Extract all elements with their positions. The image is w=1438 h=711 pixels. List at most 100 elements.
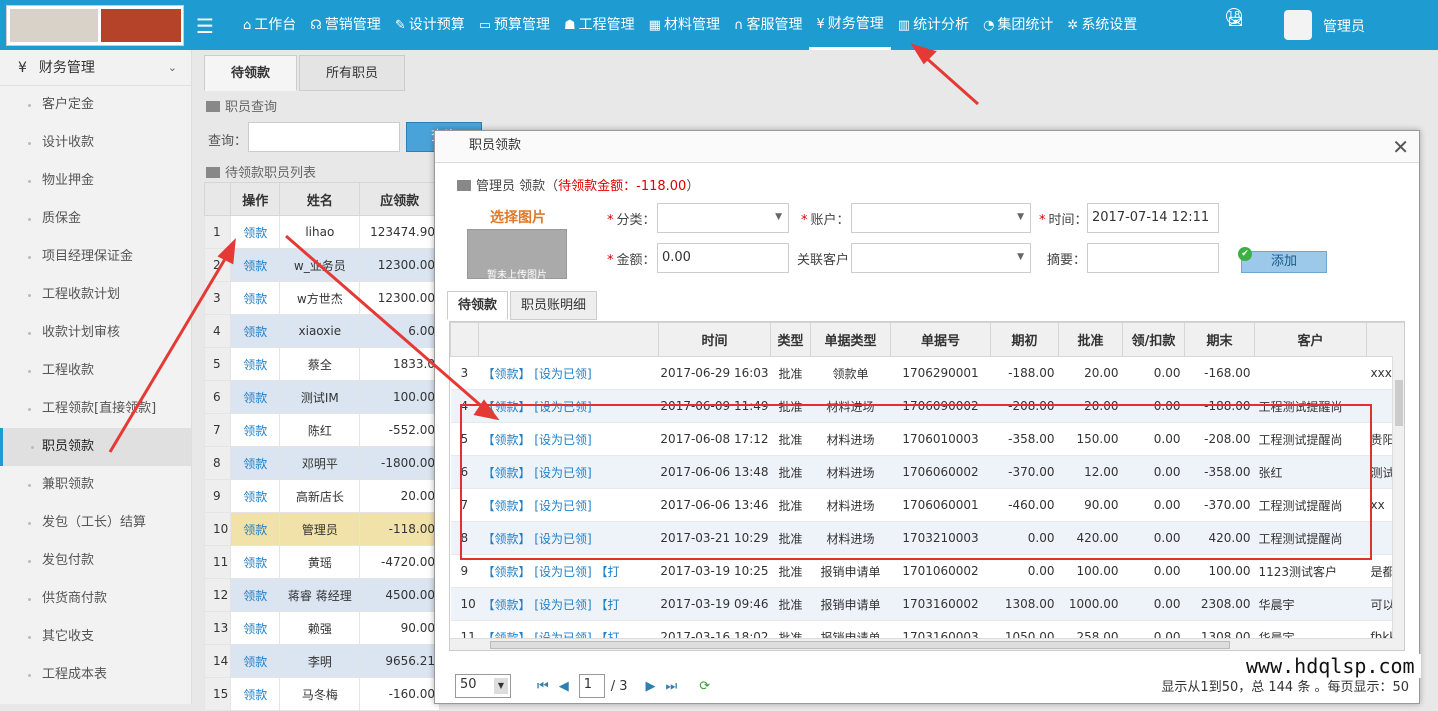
first-page-icon[interactable]: ⏮ [537, 679, 549, 694]
add-button[interactable]: 添加 [1241, 251, 1327, 273]
collect-link[interactable]: 领款 [229, 314, 281, 348]
last-page-icon[interactable]: ⏭ [666, 679, 678, 694]
table-row: 6 领款 测试IM 100.00 [204, 380, 440, 414]
approved-amount: 1000.00 [1058, 587, 1123, 621]
sidebar-item-0[interactable]: 客户定金 [0, 86, 191, 124]
collect-link[interactable]: 【领款】 [483, 367, 531, 381]
page-number-input[interactable]: 1 [578, 674, 605, 698]
sidebar-item-7[interactable]: 工程收款 [0, 352, 191, 390]
refresh-icon[interactable]: ⟳ [699, 679, 710, 694]
nav-item-7[interactable]: ¥ 财务管理 [809, 0, 891, 50]
staff-name: 蒋睿 蒋经理 [279, 578, 361, 612]
sidebar-item-5[interactable]: 工程收款计划 [0, 276, 191, 314]
next-page-icon[interactable]: ▶ [646, 679, 656, 694]
print-link[interactable]: 【打 [596, 598, 620, 612]
grid-col-9: 期末 [1184, 322, 1255, 357]
mark-collected-link[interactable]: [设为已领] [534, 565, 591, 579]
company-logo[interactable] [6, 5, 184, 46]
message-icon[interactable]: ✉ 18 [1226, 8, 1243, 33]
query-input[interactable] [248, 122, 400, 152]
prev-page-icon[interactable]: ◀ [559, 679, 569, 694]
tab-all-staff[interactable]: 所有职员 [299, 55, 406, 91]
collect-link[interactable]: 领款 [229, 215, 281, 249]
amount-stepper[interactable]: 0.00 [657, 243, 789, 273]
collect-link[interactable]: 领款 [229, 347, 281, 381]
nav-item-3[interactable]: ▭ 预算管理 [472, 0, 557, 50]
collect-link[interactable]: 领款 [229, 380, 281, 414]
tab-pending-records[interactable]: 待领款 [447, 291, 509, 320]
row-index: 10 [204, 512, 231, 546]
collect-link[interactable]: 领款 [229, 413, 281, 447]
grid-col-7: 批准 [1058, 322, 1123, 357]
row-index: 1 [204, 215, 231, 249]
tab-staff-ledger[interactable]: 职员账明细 [510, 291, 598, 320]
row-index: 3 [450, 356, 479, 390]
collect-link[interactable]: 领款 [229, 512, 281, 546]
page-total: / 3 [610, 678, 628, 694]
sidebar-item-11[interactable]: 发包（工长）结算 [0, 504, 191, 542]
avatar[interactable] [1284, 10, 1312, 40]
nav-item-10[interactable]: ✲ 系统设置 [1060, 0, 1144, 50]
customer-select[interactable]: ▼ [851, 243, 1031, 273]
page-size-select[interactable]: 50 ▼ [455, 674, 511, 698]
nav-item-0[interactable]: ⌂ 工作台 [236, 0, 303, 50]
nav-item-4[interactable]: ☗ 工程管理 [557, 0, 642, 50]
collect-link[interactable]: 领款 [229, 578, 281, 612]
sidebar-section-finance[interactable]: ¥ 财务管理 ⌄ [0, 50, 191, 86]
chat-icon: ☊ [310, 18, 322, 33]
collect-link[interactable]: 领款 [229, 677, 281, 711]
grid-col-6: 期初 [990, 322, 1059, 357]
chevron-down-icon: ⌄ [167, 61, 177, 74]
nav-item-2[interactable]: ✎ 设计预算 [388, 0, 472, 50]
close-icon[interactable]: ✕ [1392, 135, 1409, 159]
username[interactable]: 管理员 [1323, 16, 1365, 36]
nav-item-8[interactable]: ▥ 统计分析 [891, 0, 976, 50]
collect-link[interactable]: 领款 [229, 281, 281, 315]
sidebar-item-9[interactable]: 职员领款 [0, 428, 191, 466]
nav-item-5[interactable]: ▦ 材料管理 [642, 0, 727, 50]
collect-link[interactable]: 【领款】 [483, 598, 531, 612]
nav-item-1[interactable]: ☊ 营销管理 [303, 0, 388, 50]
horizontal-scrollbar[interactable] [450, 638, 1394, 650]
sidebar-item-12[interactable]: 发包付款 [0, 542, 191, 580]
category-select[interactable]: ▼ [657, 203, 789, 233]
doc-type: 领款单 [810, 356, 891, 390]
menu-toggle-icon[interactable]: ☰ [196, 14, 214, 38]
choose-image-label[interactable]: 选择图片 [467, 207, 569, 229]
image-picker[interactable]: 选择图片 暂未上传图片 [467, 207, 569, 283]
grid-icon: ▦ [648, 18, 661, 33]
sidebar-item-6[interactable]: 收款计划审核 [0, 314, 191, 352]
vertical-scrollbar[interactable] [1392, 356, 1404, 650]
nav-item-label: 预算管理 [494, 17, 551, 33]
amount-due: 123474.90 [359, 215, 440, 249]
sidebar-item-13[interactable]: 供货商付款 [0, 580, 191, 618]
collect-link[interactable]: 【领款】 [483, 565, 531, 579]
sidebar-item-4[interactable]: 项目经理保证金 [0, 238, 191, 276]
sidebar-item-15[interactable]: 工程成本表 [0, 656, 191, 694]
sidebar-item-2[interactable]: 物业押金 [0, 162, 191, 200]
sidebar-item-14[interactable]: 其它收支 [0, 618, 191, 656]
collect-link[interactable]: 领款 [229, 248, 281, 282]
nav-item-9[interactable]: ◔ 集团统计 [976, 0, 1060, 50]
doc-number: 1703160002 [890, 587, 991, 621]
collect-link[interactable]: 领款 [229, 446, 281, 480]
nav-item-6[interactable]: ∩ 客服管理 [727, 0, 810, 50]
sidebar-item-1[interactable]: 设计收款 [0, 124, 191, 162]
grid-col-4: 单据类型 [810, 322, 891, 357]
collect-link[interactable]: 领款 [229, 611, 281, 645]
mark-collected-link[interactable]: [设为已领] [534, 367, 591, 381]
summary-input[interactable] [1087, 243, 1219, 273]
collect-link[interactable]: 领款 [229, 545, 281, 579]
collect-link[interactable]: 领款 [229, 479, 281, 513]
grid-col-0 [450, 322, 479, 357]
sidebar-item-8[interactable]: 工程领款[直接领款] [0, 390, 191, 428]
sidebar-item-10[interactable]: 兼职领款 [0, 466, 191, 504]
print-link[interactable]: 【打 [596, 565, 620, 579]
account-select[interactable]: ▼ [851, 203, 1031, 233]
sidebar-item-3[interactable]: 质保金 [0, 200, 191, 238]
time-input[interactable]: 2017-07-14 12:11 [1087, 203, 1219, 233]
mark-collected-link[interactable]: [设为已领] [534, 598, 591, 612]
tab-pending[interactable]: 待领款 [204, 55, 298, 91]
collect-link[interactable]: 领款 [229, 644, 281, 678]
grid-col-11 [1366, 322, 1404, 357]
